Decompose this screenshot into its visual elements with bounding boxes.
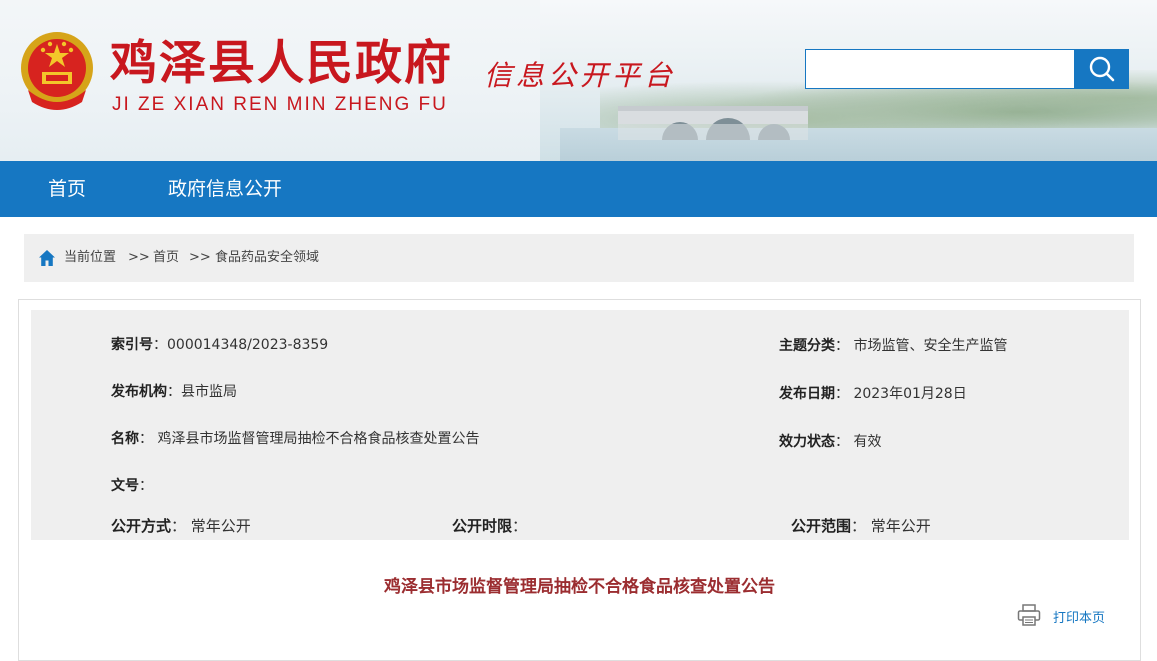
search-input[interactable] — [805, 49, 1075, 89]
meta-limit-label: 公开时限 — [452, 517, 513, 535]
bridge-illustration — [618, 106, 808, 140]
main-nav: 首页 政府信息公开 — [0, 161, 1157, 217]
breadcrumb-separator: >> — [189, 250, 211, 265]
search-button[interactable] — [1075, 49, 1129, 89]
meta-publisher-value: 县市监局 — [181, 384, 237, 400]
breadcrumb: 当前位置 >> 首页 >> 食品药品安全领域 — [24, 234, 1134, 282]
meta-time-limit: 公开时限： — [452, 517, 528, 535]
article-title: 鸡泽县市场监督管理局抽检不合格食品核查处置公告 — [384, 577, 775, 597]
meta-status: 效力状态： 有效 — [779, 434, 882, 450]
meta-date: 发布日期： 2023年01月28日 — [779, 386, 967, 402]
meta-date-value: 2023年01月28日 — [853, 386, 967, 402]
meta-method-value: 常年公开 — [190, 517, 251, 535]
meta-index-value: 000014348/2023-8359 — [167, 337, 329, 353]
print-page-label: 打印本页 — [1053, 611, 1106, 626]
meta-method-label: 公开方式 — [111, 517, 172, 535]
meta-scope-label: 公开范围 — [791, 517, 852, 535]
meta-status-label: 效力状态 — [779, 434, 835, 450]
nav-item-home[interactable]: 首页 — [48, 161, 86, 217]
metadata-table: 索引号：000014348/2023-8359 主题分类： 市场监管、安全生产监… — [31, 310, 1129, 540]
platform-title: 信息公开平台 — [484, 59, 677, 92]
site-pinyin: JI ZE XIAN REN MIN ZHENG FU — [112, 94, 448, 115]
meta-scope-value: 常年公开 — [870, 517, 931, 535]
meta-index-label: 索引号 — [111, 337, 153, 353]
national-emblem-icon — [21, 32, 93, 110]
site-title: 鸡泽县人民政府 — [110, 36, 453, 91]
meta-publisher: 发布机构：县市监局 — [111, 384, 237, 400]
meta-name: 名称： 鸡泽县市场监督管理局抽检不合格食品核查处置公告 — [111, 431, 480, 447]
meta-topic-label: 主题分类 — [779, 338, 835, 354]
meta-index: 索引号：000014348/2023-8359 — [111, 337, 329, 353]
meta-name-label: 名称 — [111, 431, 139, 447]
meta-name-value: 鸡泽县市场监督管理局抽检不合格食品核查处置公告 — [157, 431, 480, 447]
breadcrumb-separator: >> — [128, 250, 150, 265]
meta-topic: 主题分类： 市场监管、安全生产监管 — [779, 338, 1008, 354]
breadcrumb-current-label: 当前位置 — [64, 250, 117, 265]
meta-doc-number: 文号： — [111, 478, 153, 494]
meta-scope: 公开范围： 常年公开 — [791, 517, 931, 535]
meta-date-label: 发布日期 — [779, 386, 835, 402]
nav-item-gov-info[interactable]: 政府信息公开 — [168, 161, 282, 217]
search-icon — [1089, 56, 1115, 82]
printer-icon — [1017, 604, 1041, 626]
search-box — [805, 49, 1129, 91]
meta-topic-value: 市场监管、安全生产监管 — [853, 338, 1008, 354]
meta-status-value: 有效 — [853, 434, 882, 450]
content-panel: 索引号：000014348/2023-8359 主题分类： 市场监管、安全生产监… — [18, 299, 1141, 661]
home-icon — [39, 250, 55, 266]
header-banner: 鸡泽县人民政府 JI ZE XIAN REN MIN ZHENG FU 信息公开… — [0, 0, 1157, 161]
breadcrumb-home-link[interactable]: 首页 — [153, 234, 179, 282]
meta-method: 公开方式： 常年公开 — [111, 517, 251, 535]
meta-publisher-label: 发布机构 — [111, 384, 167, 400]
meta-doc-label: 文号 — [111, 478, 139, 494]
breadcrumb-section-link[interactable]: 食品药品安全领域 — [215, 234, 319, 282]
